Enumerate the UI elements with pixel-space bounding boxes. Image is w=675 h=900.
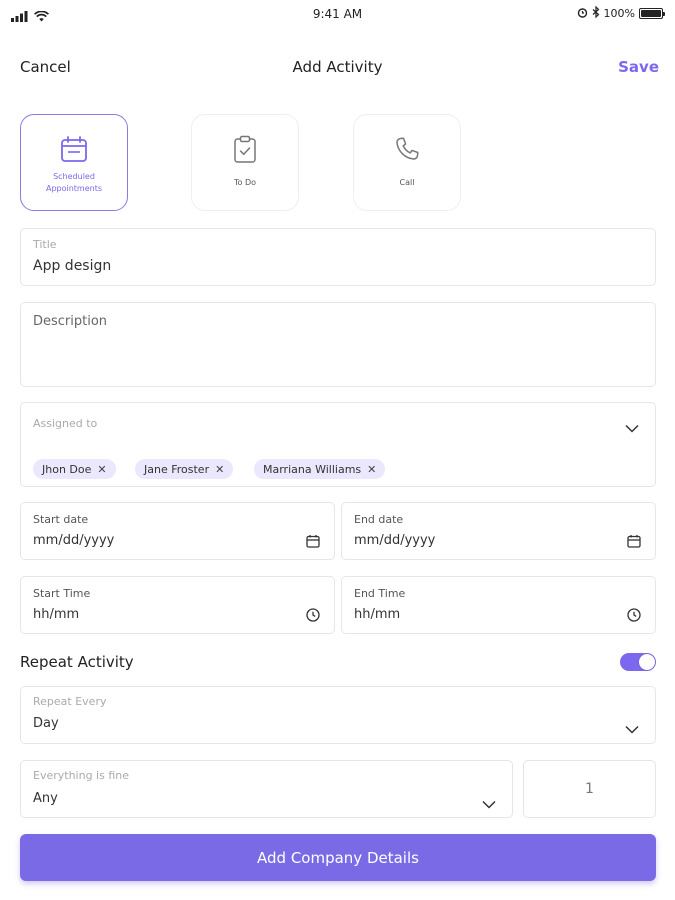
assignee-chip[interactable]: Jane Froster ✕ xyxy=(135,459,234,479)
add-company-details-button[interactable]: Add Company Details xyxy=(20,834,656,881)
activity-type-to-do[interactable]: To Do xyxy=(191,114,299,211)
assigned-to-label: Assigned to xyxy=(33,417,98,430)
end-time-field[interactable]: End Time hh/mm xyxy=(341,576,656,634)
end-time-input[interactable]: hh/mm xyxy=(354,607,400,622)
battery-percent: 100% xyxy=(603,7,635,20)
assignee-chip[interactable]: Jhon Doe ✕ xyxy=(33,459,116,479)
toggle-knob xyxy=(639,654,655,670)
start-date-field[interactable]: Start date mm/dd/yyyy xyxy=(20,502,335,560)
repeat-every-value: Day xyxy=(33,716,59,731)
repeat-every-select[interactable]: Repeat Every Day xyxy=(20,686,656,744)
chevron-down-icon[interactable] xyxy=(625,719,639,738)
nav-bar: Cancel Add Activity Save xyxy=(0,48,675,88)
assignee-name: Marriana Williams xyxy=(263,462,362,476)
activity-type-label: Scheduled Appointments xyxy=(45,172,103,193)
title-field[interactable]: Title App design xyxy=(20,228,656,286)
end-date-field[interactable]: End date mm/dd/yyyy xyxy=(341,502,656,560)
repeat-activity-label: Repeat Activity xyxy=(20,653,134,671)
page-title: Add Activity xyxy=(292,58,383,76)
status-bar: 9:41 AM 100% xyxy=(0,0,675,28)
activity-type-label: Call xyxy=(399,178,415,187)
everything-value: Any xyxy=(33,791,58,806)
everything-label: Everything is fine xyxy=(33,769,130,782)
activity-type-scheduled-appointments[interactable]: Scheduled Appointments xyxy=(20,114,128,211)
calendar-icon[interactable] xyxy=(306,533,320,552)
remove-chip-icon[interactable]: ✕ xyxy=(215,463,224,476)
remove-chip-icon[interactable]: ✕ xyxy=(97,463,106,476)
start-time-label: Start Time xyxy=(33,587,91,600)
bluetooth-icon xyxy=(592,5,600,21)
save-button[interactable]: Save xyxy=(618,58,659,76)
activity-type-call[interactable]: Call xyxy=(353,114,461,211)
repeat-every-label: Repeat Every xyxy=(33,695,107,708)
calendar-icon xyxy=(21,135,127,165)
start-time-input[interactable]: hh/mm xyxy=(33,607,79,622)
description-placeholder: Description xyxy=(33,314,108,329)
end-date-label: End date xyxy=(354,513,404,526)
start-date-input[interactable]: mm/dd/yyyy xyxy=(33,533,114,548)
clock-icon[interactable] xyxy=(627,607,641,626)
end-date-input[interactable]: mm/dd/yyyy xyxy=(354,533,435,548)
remove-chip-icon[interactable]: ✕ xyxy=(367,463,376,476)
count-field[interactable]: 1 xyxy=(523,760,656,818)
phone-icon xyxy=(354,135,460,165)
assignee-chip[interactable]: Marriana Williams ✕ xyxy=(254,459,386,479)
status-time: 9:41 AM xyxy=(312,7,363,21)
repeat-activity-toggle[interactable] xyxy=(620,653,656,671)
status-right: 100% xyxy=(577,5,665,21)
clock-icon[interactable] xyxy=(306,607,320,626)
activity-type-label: To Do xyxy=(233,178,257,187)
clipboard-check-icon xyxy=(192,135,298,165)
title-value: App design xyxy=(33,258,112,274)
battery-icon xyxy=(639,8,665,19)
title-label: Title xyxy=(33,238,57,251)
everything-select[interactable]: Everything is fine Any xyxy=(20,760,513,818)
chevron-down-icon[interactable] xyxy=(482,794,496,813)
assignee-name: Jhon Doe xyxy=(42,462,92,476)
alarm-icon xyxy=(577,7,588,21)
assignee-name: Jane Froster xyxy=(144,462,210,476)
chevron-down-icon[interactable] xyxy=(625,418,639,437)
calendar-icon[interactable] xyxy=(627,533,641,552)
count-value: 1 xyxy=(585,781,594,797)
end-time-label: End Time xyxy=(354,587,406,600)
description-field[interactable]: Description xyxy=(20,302,656,387)
start-date-label: Start date xyxy=(33,513,89,526)
assigned-to-field[interactable]: Assigned to Jhon Doe ✕ Jane Froster ✕ Ma… xyxy=(20,402,656,487)
start-time-field[interactable]: Start Time hh/mm xyxy=(20,576,335,634)
